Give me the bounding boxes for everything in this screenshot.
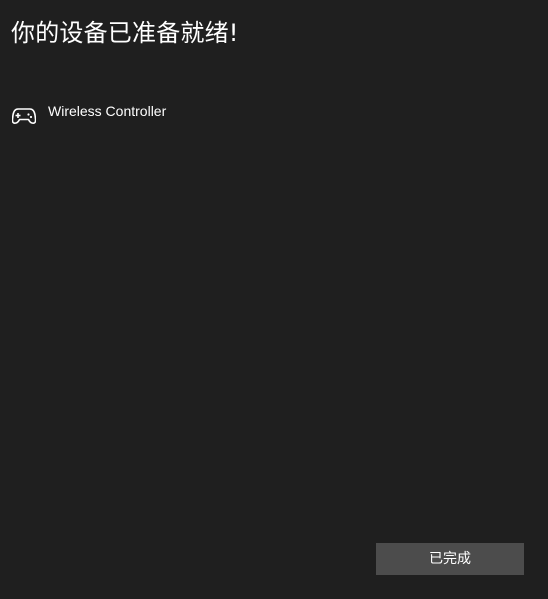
done-button[interactable]: 已完成 — [376, 543, 524, 575]
page-title: 你的设备已准备就绪! — [11, 19, 239, 47]
gamepad-icon — [12, 106, 36, 126]
device-name: Wireless Controller — [48, 103, 167, 119]
device-list-item: Wireless Controller — [12, 100, 166, 130]
